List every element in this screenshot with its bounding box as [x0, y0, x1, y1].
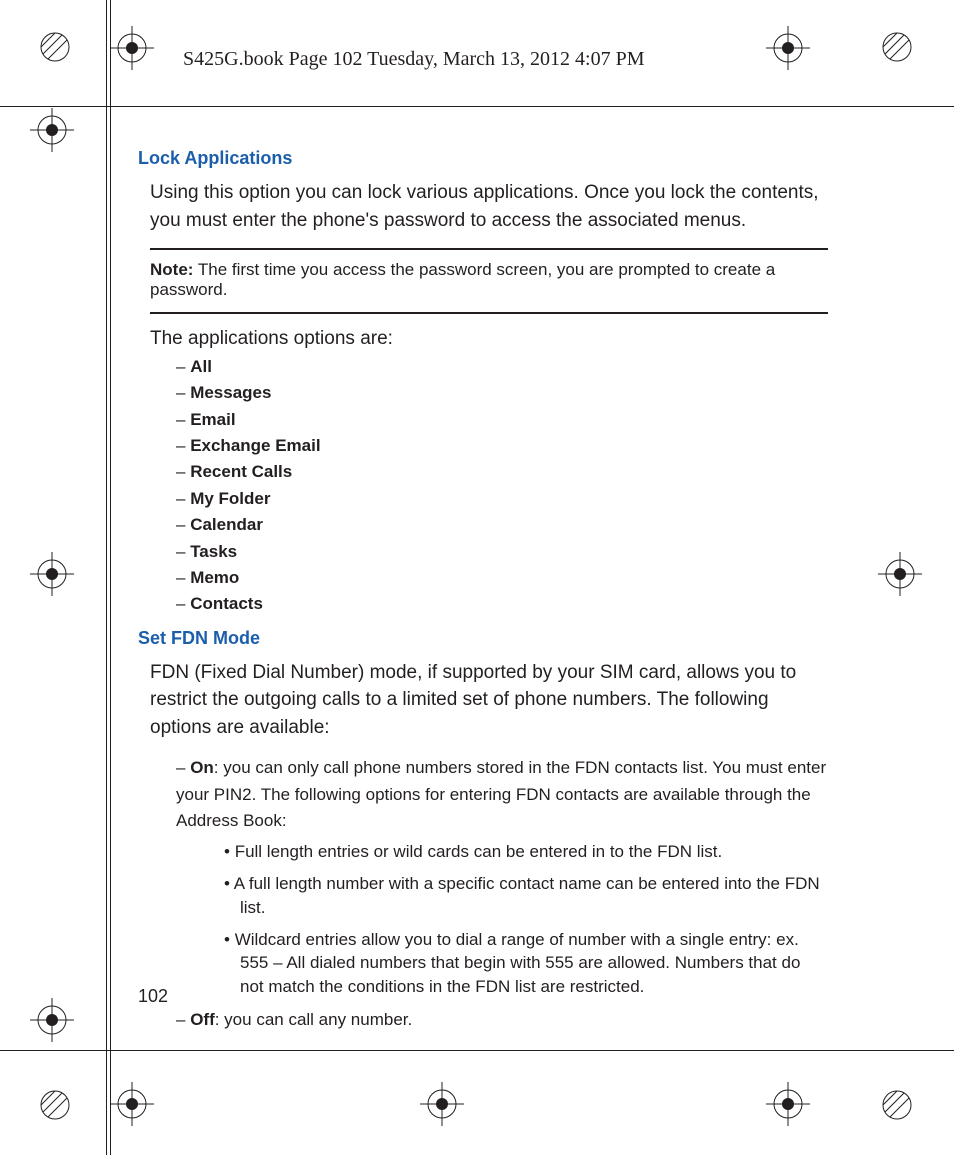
option-calendar: Calendar	[190, 515, 263, 534]
reg-target-leftcol-bot	[30, 998, 74, 1042]
list-item: All	[176, 354, 828, 380]
list-item: Exchange Email	[176, 433, 828, 459]
fdn-paragraph: FDN (Fixed Dial Number) mode, if support…	[150, 659, 828, 742]
note-text: The first time you access the password s…	[150, 260, 775, 299]
fdn-options-list: On: you can only call phone numbers stor…	[176, 755, 828, 1033]
crop-corner-bl	[40, 1090, 70, 1120]
reg-target-bottom-3	[766, 1082, 810, 1126]
reg-target-top-right-edge	[766, 26, 810, 70]
fdn-option-off: Off: you can call any number.	[176, 1007, 828, 1033]
list-item: A full length number with a specific con…	[224, 872, 828, 920]
list-item: Full length entries or wild cards can be…	[224, 840, 828, 864]
fdn-off-label: Off	[190, 1010, 215, 1029]
vguide-2	[110, 0, 111, 1155]
note-block: Note: The first time you access the pass…	[150, 248, 828, 314]
fdn-on-text: : you can only call phone numbers stored…	[176, 758, 826, 830]
list-item: Memo	[176, 565, 828, 591]
heading-set-fdn-mode: Set FDN Mode	[138, 628, 828, 649]
list-item: Contacts	[176, 591, 828, 617]
fdn-on-bullets: Full length entries or wild cards can be…	[224, 840, 828, 999]
option-exchange-email: Exchange Email	[190, 436, 320, 455]
fdn-option-on: On: you can only call phone numbers stor…	[176, 755, 828, 999]
option-email: Email	[190, 410, 235, 429]
heading-lock-applications: Lock Applications	[138, 148, 828, 169]
list-item: Recent Calls	[176, 459, 828, 485]
reg-target-bottom-1	[110, 1082, 154, 1126]
list-item: Calendar	[176, 512, 828, 538]
option-memo: Memo	[190, 568, 239, 587]
lock-apps-paragraph: Using this option you can lock various a…	[150, 179, 828, 234]
vguide-1	[106, 0, 107, 1155]
crop-line-top	[0, 106, 954, 107]
option-tasks: Tasks	[190, 542, 237, 561]
note-label: Note:	[150, 260, 193, 279]
crop-corner-br	[882, 1090, 912, 1120]
page-content: Lock Applications Using this option you …	[138, 148, 828, 1043]
list-item: Tasks	[176, 539, 828, 565]
reg-target-leftcol-top	[30, 108, 74, 152]
list-item: Messages	[176, 380, 828, 406]
list-item: Email	[176, 407, 828, 433]
crop-corner-tl	[40, 32, 70, 62]
fdn-on-label: On	[190, 758, 214, 777]
running-header: S425G.book Page 102 Tuesday, March 13, 2…	[183, 48, 645, 71]
option-recent-calls: Recent Calls	[190, 462, 292, 481]
option-all: All	[190, 357, 212, 376]
crop-line-bottom	[0, 1050, 954, 1051]
reg-target-right-mid	[878, 552, 922, 596]
crop-corner-tr	[882, 32, 912, 62]
reg-target-bottom-2	[420, 1082, 464, 1126]
option-contacts: Contacts	[190, 594, 263, 613]
app-options-list: All Messages Email Exchange Email Recent…	[176, 354, 828, 617]
option-messages: Messages	[190, 383, 271, 402]
fdn-off-text: : you can call any number.	[215, 1010, 413, 1029]
list-item: Wildcard entries allow you to dial a ran…	[224, 928, 828, 999]
reg-target-top	[110, 26, 154, 70]
page-number: 102	[138, 986, 168, 1007]
options-intro: The applications options are:	[150, 328, 828, 350]
list-item: My Folder	[176, 486, 828, 512]
reg-target-left-mid	[30, 552, 74, 596]
option-my-folder: My Folder	[190, 489, 270, 508]
